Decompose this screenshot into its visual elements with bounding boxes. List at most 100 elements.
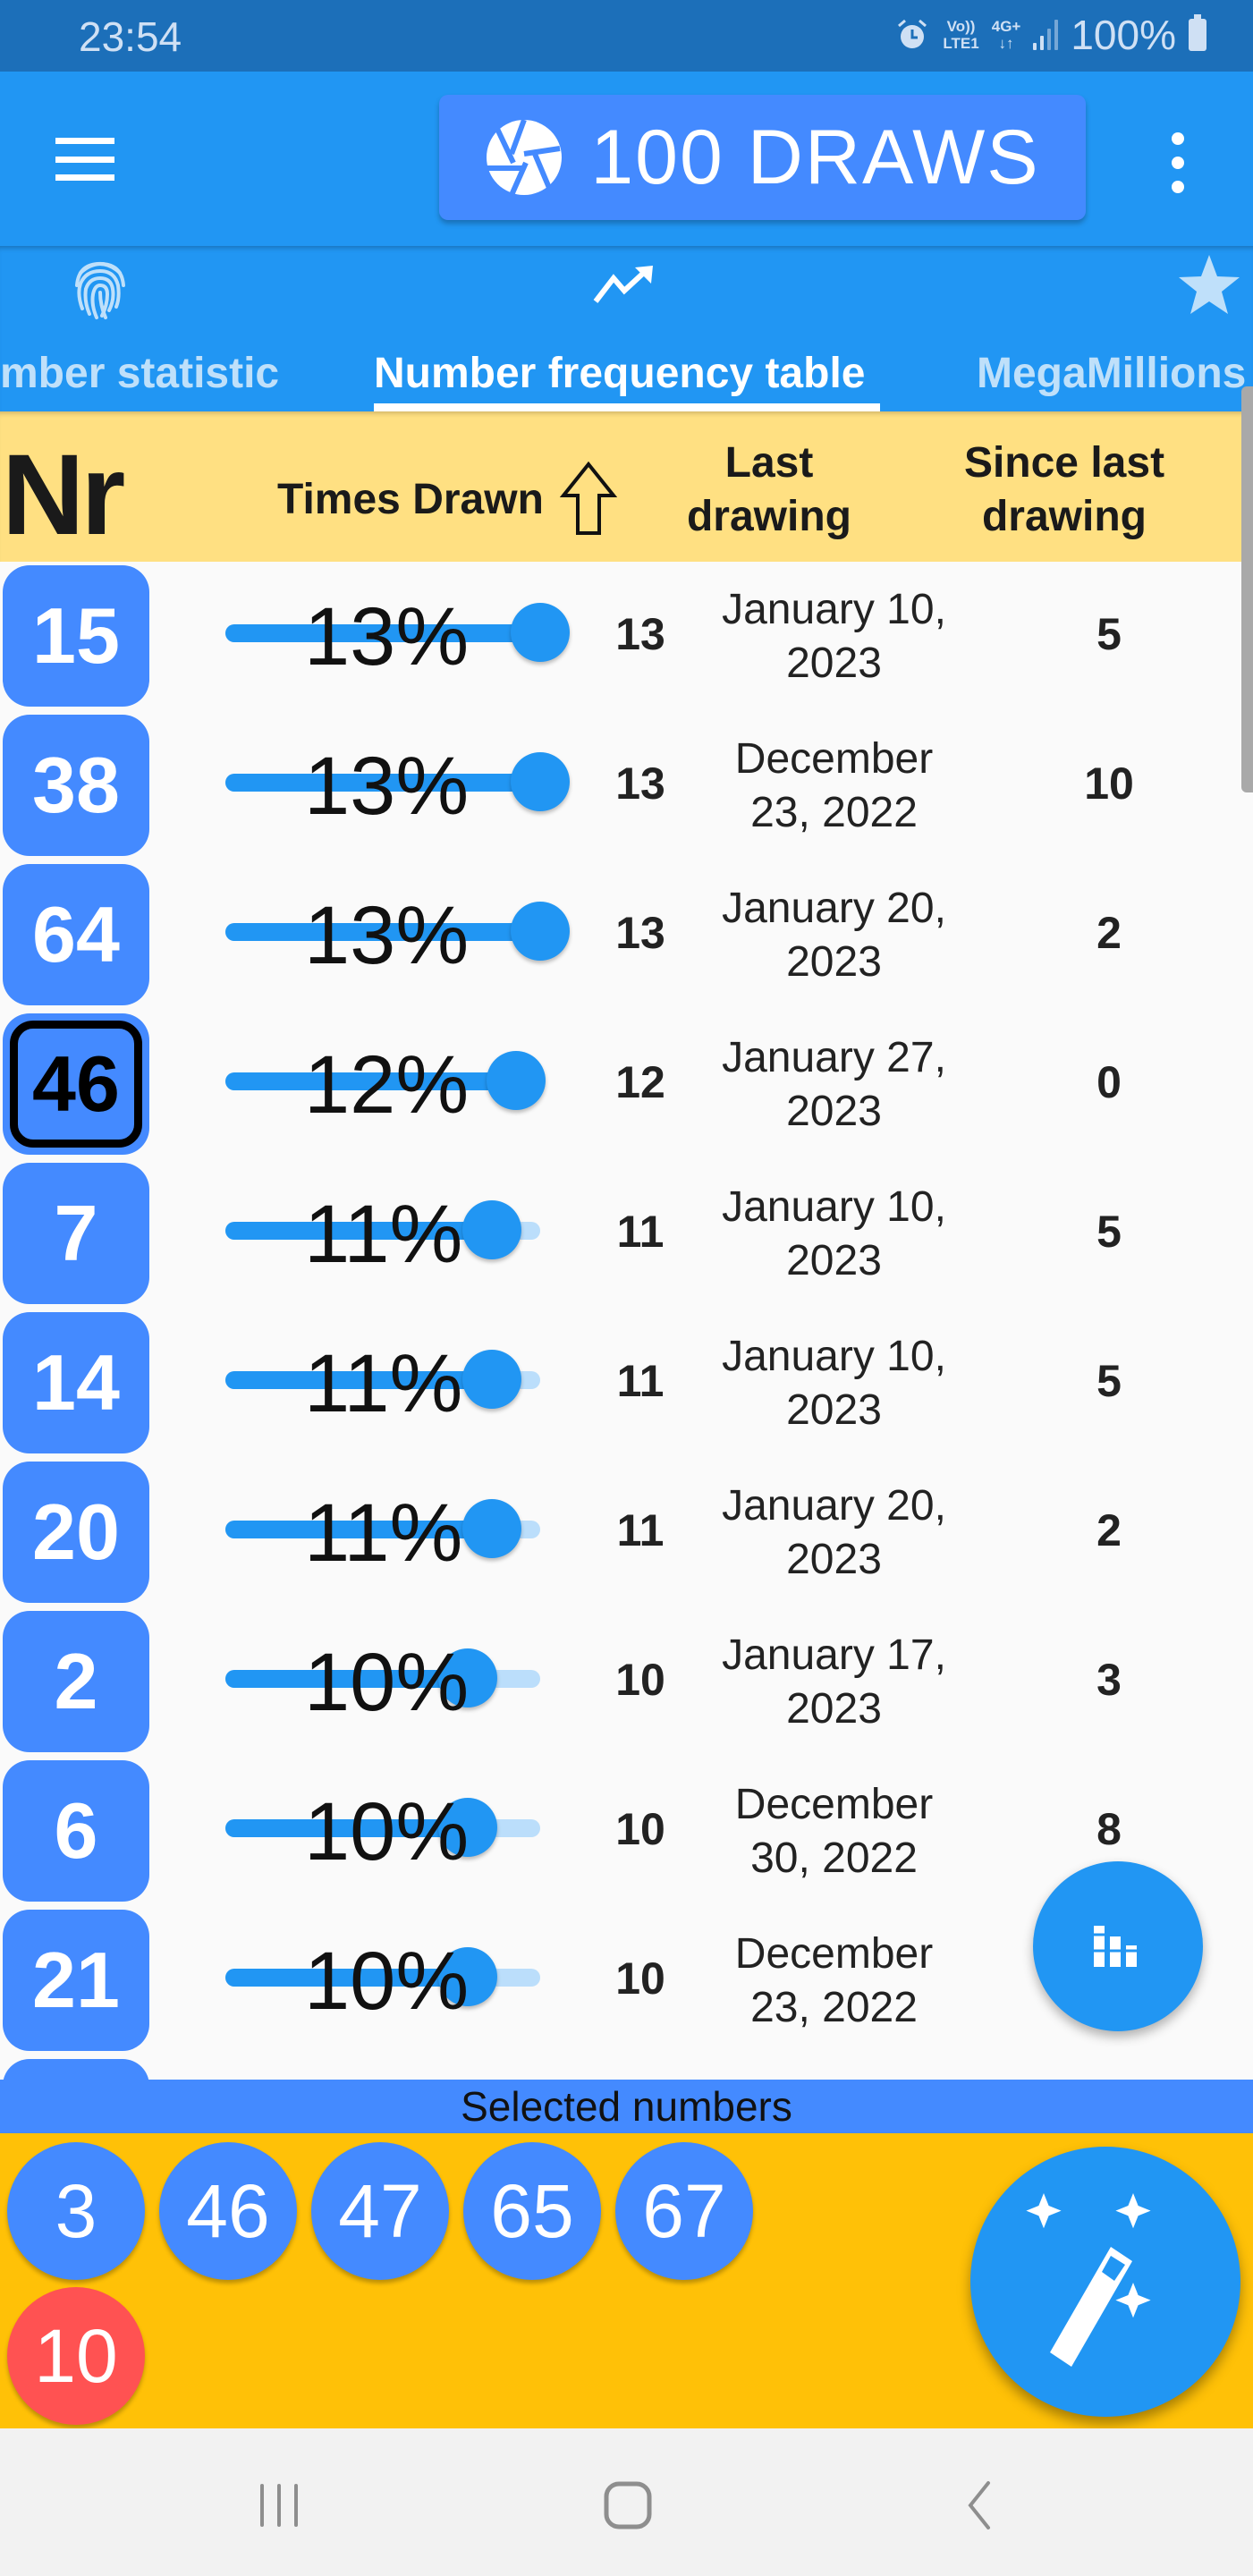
number-badge[interactable]: 64 [3,864,149,1005]
number-label: 46 [32,1039,120,1128]
star-icon [1179,255,1240,314]
number-badge[interactable]: 21 [3,1910,149,2051]
statistics-fab[interactable] [1033,1861,1203,2031]
number-badge[interactable]: 2 [3,1611,149,1752]
number-label: 38 [32,741,120,829]
back-icon[interactable] [959,2480,998,2530]
slider-fill [225,923,540,941]
selected-numbers-title: Selected numbers [0,2080,1253,2133]
slider-thumb[interactable] [462,1350,521,1409]
number-label: 21 [32,1936,120,2024]
number-badge[interactable]: 6 [3,1760,149,1902]
since-last-drawing-value: 8 [1096,1804,1122,1854]
selected-number-ball[interactable]: 65 [463,2142,601,2280]
frequency-slider[interactable] [225,1350,540,1409]
selected-number-ball[interactable]: 46 [159,2142,297,2280]
last-drawing-date: January 17, 2023 [722,1631,946,1733]
network-indicator: 4G+ ↓↑ [991,18,1021,52]
frequency-slider[interactable] [225,603,570,662]
slider-fill [225,774,540,792]
tab-label: Number frequency table [374,350,866,397]
slider-thumb[interactable] [511,752,570,811]
table-row[interactable]: 46 12% 12 January 27, 2023 0 [0,1010,1234,1159]
header-last-drawing[interactable]: Last drawing [662,436,876,544]
slider-thumb[interactable] [462,1200,521,1259]
slider-thumb[interactable] [462,1499,521,1558]
frequency-slider[interactable] [225,902,570,961]
recents-icon[interactable] [252,2480,306,2530]
table-row[interactable]: 2 10% 10 January 17, 2023 3 [0,1607,1234,1757]
number-badge[interactable]: 20 [3,1462,149,1603]
selected-number-ball[interactable]: 3 [7,2142,145,2280]
times-drawn-value: 12 [615,1057,665,1107]
header-since-last-drawing[interactable]: Since last drawing [944,436,1185,544]
slider-thumb[interactable] [438,1798,497,1857]
scrollbar[interactable] [1241,386,1253,792]
number-badge[interactable] [3,2059,149,2080]
sort-ascending-arrow-icon [559,462,617,535]
slider-fill [225,1222,492,1240]
draws-count-button[interactable]: 100 DRAWS [439,95,1086,220]
generate-numbers-fab[interactable] [970,2147,1240,2417]
active-tab-indicator [374,403,880,411]
slider-thumb[interactable] [511,902,570,961]
table-row[interactable]: 64 13% 13 January 20, 2023 2 [0,860,1234,1010]
home-icon[interactable] [601,2480,655,2530]
tab-number-statistic[interactable]: mber statistic [0,246,286,411]
table-row-partial[interactable] [0,2055,1234,2080]
since-last-drawing-value: 2 [1096,908,1122,958]
hamburger-menu-icon[interactable] [55,138,114,181]
slider-thumb[interactable] [511,603,570,662]
header-times-drawn[interactable]: Times Drawn [277,462,617,537]
table-row[interactable]: 14 11% 11 January 10, 2023 5 [0,1309,1234,1458]
last-drawing-date: January 10, 2023 [722,586,946,687]
frequency-slider[interactable] [225,752,570,811]
header-times-drawn-label: Times Drawn [277,475,544,523]
table-row[interactable]: 20 11% 11 January 20, 2023 2 [0,1458,1234,1607]
signal-icon [1033,20,1059,50]
slider-thumb[interactable] [487,1051,546,1110]
last-drawing-date: January 10, 2023 [722,1333,946,1434]
selected-number-ball[interactable]: 47 [311,2142,449,2280]
header-nr[interactable]: Nr [2,429,125,561]
number-badge[interactable]: 15 [3,565,149,707]
frequency-slider[interactable] [225,1051,546,1110]
number-label: 14 [32,1338,120,1427]
frequency-slider[interactable] [225,1648,540,1707]
number-label: 15 [32,591,120,680]
table-row[interactable]: 6 10% 10 December 30, 2022 8 [0,1757,1234,1906]
frequency-slider[interactable] [225,1200,540,1259]
table-row[interactable]: 38 13% 13 December 23, 2022 10 [0,711,1234,860]
frequency-slider[interactable] [225,1947,540,2006]
system-nav-bar [0,2428,1253,2576]
status-bar: 23:54 Vo)) LTE1 4G+ ↓↑ 100% [0,0,1253,72]
table-row[interactable]: 15 13% 13 January 10, 2023 5 [0,562,1234,711]
slider-thumb[interactable] [438,1648,497,1707]
tab-megamillions[interactable]: MegaMillions [977,246,1253,411]
number-badge[interactable]: 7 [3,1163,149,1304]
slider-fill [225,1072,516,1090]
frequency-slider[interactable] [225,1499,540,1558]
last-drawing-date: December 23, 2022 [734,1930,934,2031]
battery-icon [1189,14,1206,51]
number-badge[interactable]: 14 [3,1312,149,1453]
frequency-slider[interactable] [225,1798,540,1857]
slider-fill [225,1670,468,1688]
number-badge[interactable]: 46 [3,1013,149,1155]
slider-fill [225,1969,468,1987]
frequency-table[interactable]: 15 13% 13 January 10, 2023 5 38 13% 13 December 23… [0,562,1253,2080]
table-row[interactable]: 7 11% 11 January 10, 2023 5 [0,1159,1234,1309]
since-last-drawing-value: 5 [1096,1207,1122,1257]
number-badge[interactable]: 38 [3,715,149,856]
tab-number-frequency-table[interactable]: Number frequency table [374,246,880,411]
times-drawn-value: 11 [616,1505,665,1555]
slider-thumb[interactable] [438,1947,497,2006]
selected-number-ball[interactable]: 67 [615,2142,753,2280]
more-vert-icon[interactable] [1166,132,1190,193]
since-last-drawing-value: 0 [1096,1057,1122,1107]
times-drawn-value: 11 [616,1207,665,1257]
since-last-drawing-value: 5 [1096,609,1122,659]
bonus-number-ball[interactable]: 10 [7,2287,145,2425]
number-label: 20 [32,1487,120,1576]
fingerprint-icon [75,261,125,319]
